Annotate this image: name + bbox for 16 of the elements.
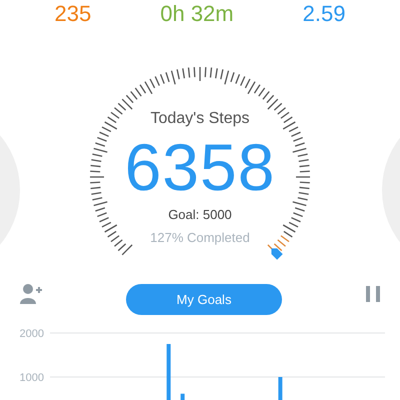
stat-value: 2.59 — [302, 2, 346, 26]
gauge-title: Today's Steps — [150, 109, 250, 129]
stat-value: 235 — [54, 2, 92, 26]
add-person-icon[interactable] — [20, 284, 42, 304]
step-bar — [180, 394, 185, 400]
step-bar — [278, 377, 282, 400]
pause-icon[interactable] — [366, 286, 380, 302]
axis-label: 1000 — [20, 372, 44, 384]
progress-marker-icon — [271, 248, 283, 260]
step-bar — [166, 344, 171, 400]
stat-value: 0h 32m — [160, 2, 234, 26]
axis-label: 2000 — [20, 328, 44, 340]
step-count: 6358 — [124, 129, 276, 205]
goal-label: Goal: 5000 — [168, 207, 232, 223]
progress-label: 127% Completed — [150, 230, 250, 246]
my-goals-button[interactable]: My Goals — [126, 284, 282, 314]
